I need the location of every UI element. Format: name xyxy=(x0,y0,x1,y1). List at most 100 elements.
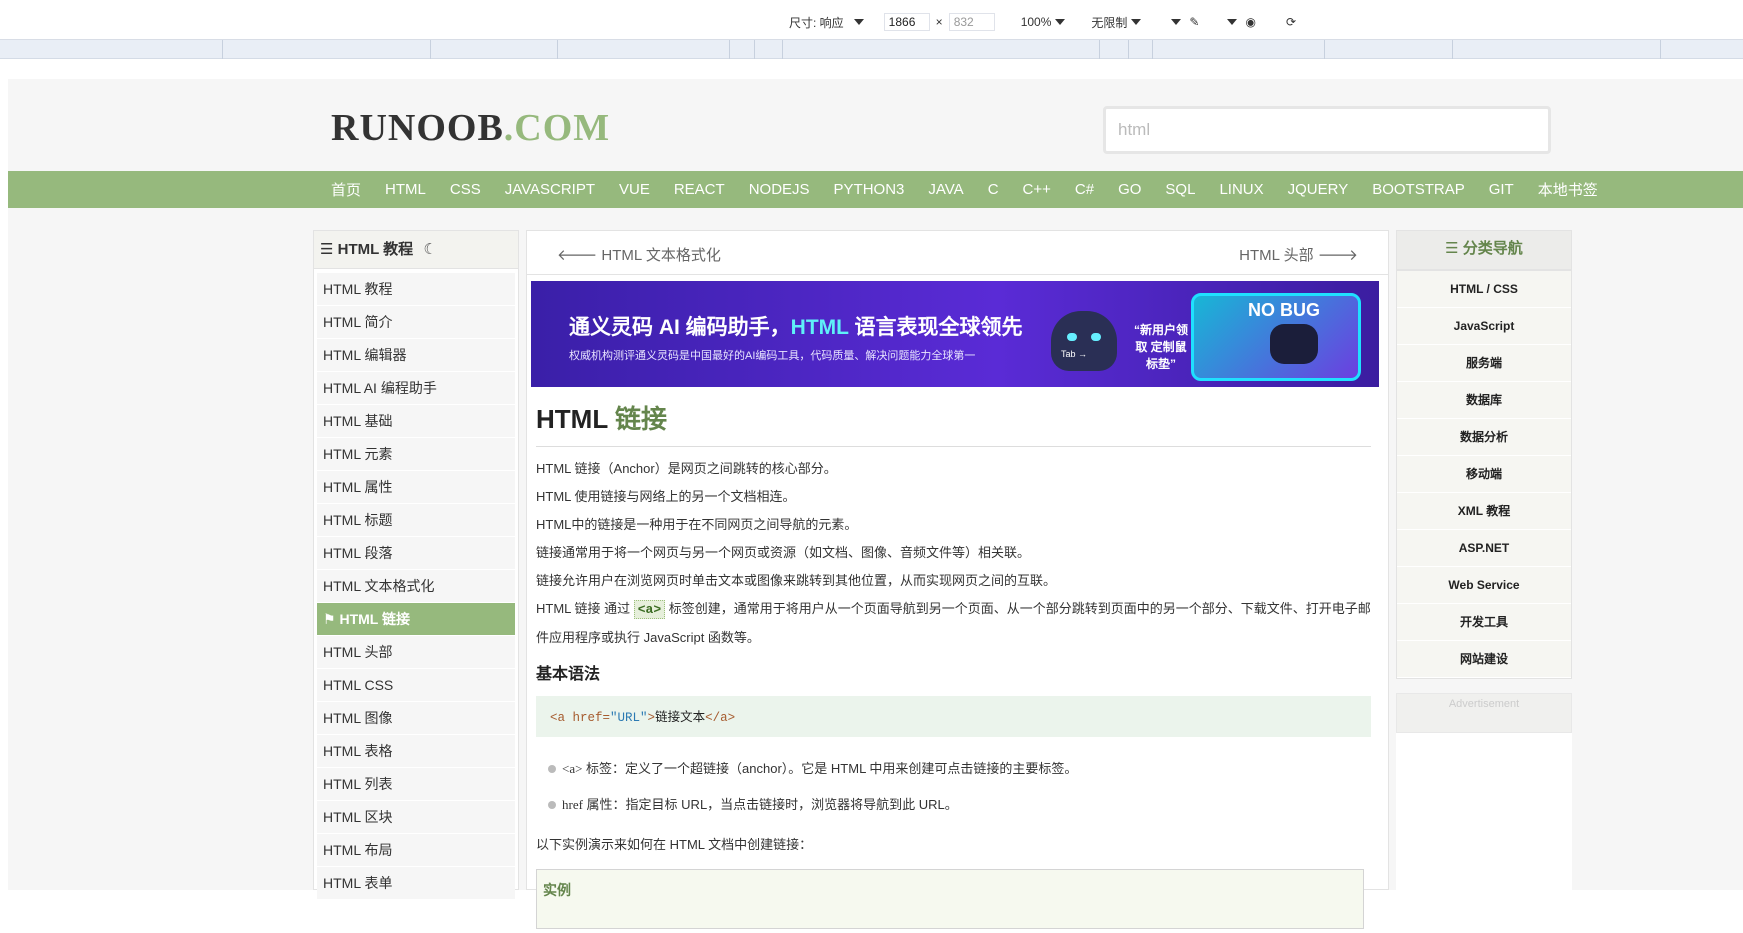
site-logo[interactable]: RUNOOB.COM xyxy=(331,106,610,150)
next-link-text: HTML 头部 xyxy=(1239,247,1314,264)
sidebar-item-label: HTML 段落 xyxy=(323,545,393,561)
throttle-value: 无限制 xyxy=(1091,15,1128,30)
nav-item[interactable]: LINUX xyxy=(1219,181,1263,198)
paragraph: HTML 链接（Anchor）是网页之间跳转的核心部分。 xyxy=(536,461,837,476)
nav-item[interactable]: JAVA xyxy=(928,181,963,198)
nav-item[interactable]: SQL xyxy=(1165,181,1195,198)
sidebar-item-label: HTML AI 编程助手 xyxy=(323,380,437,396)
sidebar-item[interactable]: HTML 列表 xyxy=(317,768,515,801)
sidebar-item[interactable]: HTML 简介 xyxy=(317,306,515,339)
sidebar-item-label: HTML 元素 xyxy=(323,446,393,462)
bullet-item: <a> 标签：定义了一个超链接（anchor）。它是 HTML 中用来创建可点击… xyxy=(536,751,1371,787)
category-item[interactable]: 移动端 xyxy=(1397,456,1571,493)
nav-item[interactable]: NODEJS xyxy=(749,181,810,198)
chevron-down-icon xyxy=(1055,19,1066,25)
dimensions-dropdown[interactable]: 尺寸: 响应 xyxy=(789,14,864,31)
banner-title: 通义灵码 AI 编码助手，HTML 语言表现全球领先 xyxy=(569,311,1022,341)
zoom-value: 100% xyxy=(1020,15,1052,29)
media-query-ruler[interactable] xyxy=(0,40,1743,59)
category-item[interactable]: HTML / CSS xyxy=(1397,271,1571,308)
width-input[interactable]: 1866 xyxy=(883,13,930,31)
nav-item[interactable]: 首页 xyxy=(331,179,361,200)
title-a: HTML xyxy=(536,404,608,434)
main-content: 🡐 HTML 文本格式化 HTML 头部 🡒 通义灵码 AI 编码助手，HTML… xyxy=(526,230,1389,929)
banner-bubble: “新用户领取 定制鼠标垫” xyxy=(1133,323,1188,371)
nav-item[interactable]: VUE xyxy=(619,181,650,198)
sidebar-item-label: HTML 标题 xyxy=(323,512,393,528)
category-item[interactable]: Web Service xyxy=(1397,567,1571,604)
category-item[interactable]: JavaScript xyxy=(1397,308,1571,345)
category-item[interactable]: 数据库 xyxy=(1397,382,1571,419)
bullet-text: 属性：指定目标 URL，当点击链接时，浏览器将导航到此 URL。 xyxy=(582,797,958,812)
nav-item[interactable]: PYTHON3 xyxy=(834,181,905,198)
nav-item[interactable]: REACT xyxy=(674,181,725,198)
sidebar-item[interactable]: HTML 图像 xyxy=(317,702,515,735)
throttle-dropdown[interactable]: 无限制 xyxy=(1091,14,1142,31)
nav-item[interactable]: BOOTSTRAP xyxy=(1372,181,1465,198)
category-item[interactable]: 开发工具 xyxy=(1397,604,1571,641)
sidebar-item[interactable]: HTML 编辑器 xyxy=(317,339,515,372)
arrow-right-icon: 🡒 xyxy=(1313,247,1358,264)
sidebar-item-label: HTML CSS xyxy=(323,677,394,693)
code-end: </a> xyxy=(705,711,736,725)
category-item[interactable]: ASP.NET xyxy=(1397,530,1571,567)
sidebar-item-label: HTML 链接 xyxy=(339,611,410,627)
nav-item[interactable]: C# xyxy=(1075,181,1094,198)
sidebar-item[interactable]: HTML 表单 xyxy=(317,867,515,900)
sidebar-item[interactable]: HTML 基础 xyxy=(317,405,515,438)
times-icon: × xyxy=(935,15,943,29)
nav-item[interactable]: GIT xyxy=(1489,181,1514,198)
nav-item[interactable]: C xyxy=(988,181,999,198)
banner-card: NO BUG xyxy=(1191,293,1361,381)
paragraph: 链接允许用户在浏览网页时单击文本或图像来跳转到其他位置，从而实现网页之间的互联。 xyxy=(536,573,1057,588)
moon-icon[interactable]: ☾ xyxy=(423,241,436,258)
sidebar-title-text: HTML 教程 xyxy=(337,241,414,258)
sidebar-item[interactable]: HTML 头部 xyxy=(317,636,515,669)
nav-item[interactable]: C++ xyxy=(1023,181,1051,198)
sidebar-item[interactable]: HTML 元素 xyxy=(317,438,515,471)
nav-item[interactable]: CSS xyxy=(450,181,481,198)
sidebar-item[interactable]: HTML 区块 xyxy=(317,801,515,834)
prev-link[interactable]: 🡐 HTML 文本格式化 xyxy=(557,244,721,265)
logo-com: .COM xyxy=(503,107,611,149)
category-item[interactable]: 数据分析 xyxy=(1397,419,1571,456)
bullet-term: href xyxy=(562,797,583,812)
chevron-down-icon[interactable] xyxy=(1227,19,1238,25)
ad-banner[interactable]: 通义灵码 AI 编码助手，HTML 语言表现全球领先 权威机构测评通义灵码是中国… xyxy=(531,281,1379,387)
nav-item[interactable]: JAVASCRIPT xyxy=(505,181,595,198)
p6-a: HTML 链接 通过 xyxy=(536,601,634,616)
eye-icon[interactable]: ◉ xyxy=(1245,15,1255,29)
sidebar-item[interactable]: HTML CSS xyxy=(317,669,515,702)
search-input[interactable]: html xyxy=(1103,106,1551,154)
sidebar-item-label: HTML 表单 xyxy=(323,875,393,891)
next-link[interactable]: HTML 头部 🡒 xyxy=(1239,244,1358,265)
sidebar-item[interactable]: HTML 表格 xyxy=(317,735,515,768)
category-item[interactable]: 网站建设 xyxy=(1397,641,1571,678)
category-title-text: 分类导航 xyxy=(1462,240,1523,257)
category-nav-title: ☰ 分类导航 xyxy=(1397,231,1571,271)
nav-item[interactable]: JQUERY xyxy=(1288,181,1349,198)
banner-subtitle: 权威机构测评通义灵码是中国最好的AI编码工具，代码质量、解决问题能力全球第一 xyxy=(569,350,976,362)
sidebar-item[interactable]: HTML 教程 xyxy=(317,273,515,306)
code-text: 链接文本 xyxy=(655,711,706,725)
paragraph: HTML 链接 通过 <a> 标签创建，通常用于将用户从一个页面导航到另一个页面… xyxy=(536,595,1371,652)
rotate-icon[interactable]: ⟳ xyxy=(1286,15,1296,29)
sidebar-item[interactable]: HTML 段落 xyxy=(317,537,515,570)
sidebar-item[interactable]: ⚑ HTML 链接 xyxy=(317,603,515,636)
nav-item[interactable]: GO xyxy=(1118,181,1141,198)
nav-item[interactable]: 本地书签 xyxy=(1538,179,1598,200)
eyedropper-icon[interactable]: ✎ xyxy=(1189,15,1199,29)
sidebar-item[interactable]: HTML 布局 xyxy=(317,834,515,867)
banner-title-hl: HTML xyxy=(790,316,849,339)
sidebar-item[interactable]: HTML 属性 xyxy=(317,471,515,504)
advertisement-label: Advertisement xyxy=(1396,693,1572,733)
category-item[interactable]: XML 教程 xyxy=(1397,493,1571,530)
zoom-dropdown[interactable]: 100% xyxy=(1021,15,1066,29)
category-item[interactable]: 服务端 xyxy=(1397,345,1571,382)
nav-item[interactable]: HTML xyxy=(385,181,426,198)
sidebar-item[interactable]: HTML 文本格式化 xyxy=(317,570,515,603)
sidebar-item[interactable]: HTML 标题 xyxy=(317,504,515,537)
sidebar-item[interactable]: HTML AI 编程助手 xyxy=(317,372,515,405)
chevron-down-icon[interactable] xyxy=(1171,19,1182,25)
height-input[interactable]: 832 xyxy=(948,13,995,31)
